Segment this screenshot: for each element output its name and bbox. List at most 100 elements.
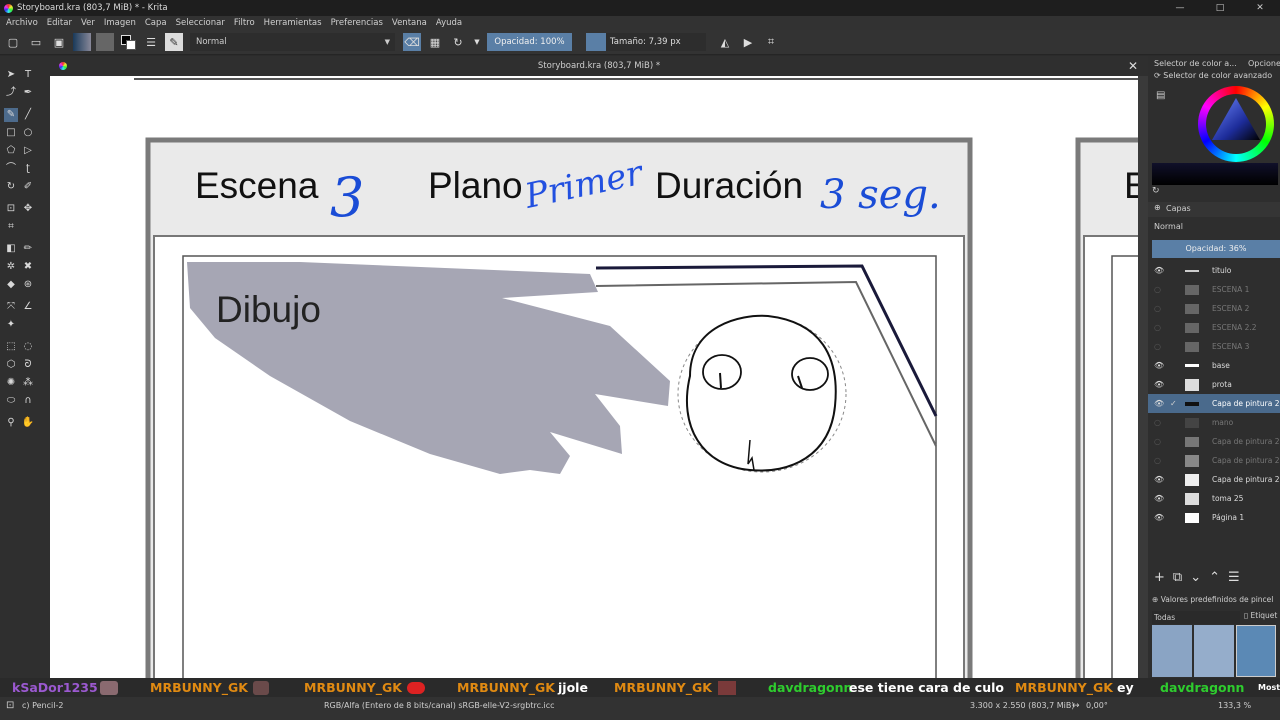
layer-row[interactable]: ○ ESCENA 1 — [1148, 280, 1280, 299]
brush-preset-2[interactable] — [1194, 625, 1234, 677]
fill-tool-icon[interactable]: ◆ — [4, 278, 18, 292]
blend-mode-select[interactable]: Normal ▼ — [190, 33, 395, 51]
brush-settings-icon[interactable]: ☰ — [142, 33, 160, 51]
ellipse-tool-icon[interactable]: ○ — [21, 126, 35, 140]
polygon-tool-icon[interactable]: ⬠ — [4, 144, 18, 158]
eraser-mode-icon[interactable]: ⌫ — [403, 33, 421, 51]
new-document-icon[interactable]: ▢ — [4, 33, 22, 51]
layer-row[interactable]: 👁 titulo — [1148, 261, 1280, 280]
move-up-icon[interactable]: ⌃ — [1209, 570, 1220, 585]
layer-row[interactable]: 👁 base — [1148, 356, 1280, 375]
open-folder-icon[interactable]: ▭ — [27, 33, 45, 51]
freehand-brush-icon[interactable]: ✎ — [4, 108, 18, 122]
color-wheel[interactable] — [1198, 86, 1274, 162]
reload-preset-icon[interactable]: ↻ — [449, 33, 467, 51]
ellipse-select-icon[interactable]: ◌ — [21, 340, 35, 354]
calligraphy-icon[interactable]: ✒ — [21, 86, 35, 100]
visibility-eye-icon[interactable]: 👁 — [1154, 508, 1164, 527]
move-tool-icon[interactable]: ✥ — [21, 202, 35, 216]
color-picker-icon[interactable]: ✏ — [21, 242, 35, 256]
save-icon[interactable]: ▣ — [50, 33, 68, 51]
freehand-path-icon[interactable]: ʈ — [21, 162, 35, 176]
visibility-eye-icon[interactable]: 👁 — [1154, 470, 1164, 489]
menu-capa[interactable]: Capa — [145, 18, 167, 28]
close-document-button[interactable]: ✕ — [1128, 56, 1138, 76]
line-tool-icon[interactable]: ╱ — [21, 108, 35, 122]
layer-blend-mode[interactable]: Normal — [1154, 222, 1183, 231]
mirror-vertical-icon[interactable]: ▶ — [739, 33, 757, 51]
hidden-eye-icon[interactable]: ○ — [1154, 451, 1164, 470]
color-history-bar[interactable] — [1152, 163, 1278, 185]
vertical-scrollbar[interactable] — [1138, 76, 1148, 696]
layer-row[interactable]: ○ ESCENA 2 — [1148, 299, 1280, 318]
menu-herramientas[interactable]: Herramientas — [264, 18, 322, 28]
visibility-eye-icon[interactable]: 👁 — [1154, 394, 1164, 413]
visibility-eye-icon[interactable]: 👁 — [1154, 356, 1164, 375]
preserve-alpha-icon[interactable]: ▦ — [426, 33, 444, 51]
menu-ayuda[interactable]: Ayuda — [436, 18, 462, 28]
polygon-select-icon[interactable]: ⬡ — [4, 358, 18, 372]
visibility-eye-icon[interactable]: 👁 — [1154, 489, 1164, 508]
menu-imagen[interactable]: Imagen — [104, 18, 136, 28]
brush-tag-label[interactable]: ▯ Etiquet — [1244, 611, 1277, 620]
polyline-tool-icon[interactable]: ▷ — [21, 144, 35, 158]
layer-row[interactable]: ○ mano — [1148, 413, 1280, 432]
layer-row[interactable]: ○ ESCENA 2.2 — [1148, 318, 1280, 337]
smart-patch-icon[interactable]: ✲ — [4, 260, 18, 274]
layer-opacity-slider[interactable]: Opacidad: 36% — [1152, 240, 1280, 258]
layer-row[interactable]: 👁 prota — [1148, 375, 1280, 394]
layer-row[interactable]: 👁 Página 1 — [1148, 508, 1280, 527]
color-settings-icon[interactable]: ▤ — [1156, 90, 1165, 101]
brush-preset-1[interactable] — [1152, 625, 1192, 677]
pan-tool-icon[interactable]: ✋ — [21, 416, 35, 430]
measure-tool-icon[interactable]: ⤧ — [4, 300, 18, 314]
menu-editar[interactable]: Editar — [47, 18, 72, 28]
move-down-icon[interactable]: ⌄ — [1190, 570, 1201, 585]
hidden-eye-icon[interactable]: ○ — [1154, 280, 1164, 299]
tab-color-selector[interactable]: Selector de color a... — [1154, 56, 1244, 71]
layer-row[interactable]: ○ ESCENA 3 — [1148, 337, 1280, 356]
visibility-eye-icon[interactable]: 👁 — [1154, 261, 1164, 280]
rectangle-tool-icon[interactable]: □ — [4, 126, 18, 140]
bezier-select-icon[interactable]: ⬭ — [4, 394, 18, 408]
opacity-slider[interactable]: Opacidad: 100% — [487, 33, 572, 51]
transform-tool-icon[interactable]: ⊡ — [4, 202, 18, 216]
layer-row[interactable]: ○ Capa de pintura 29 — [1148, 451, 1280, 470]
add-layer-icon[interactable]: + — [1154, 570, 1165, 585]
layer-row-selected[interactable]: 👁 ✓ Capa de pintura 29 — [1148, 394, 1280, 413]
status-zoom[interactable]: 133,3 % — [1218, 697, 1251, 715]
pattern-swatch[interactable] — [96, 33, 114, 51]
brush-size-slider[interactable]: Tamaño: 7,39 px — [586, 33, 706, 51]
menu-filtro[interactable]: Filtro — [234, 18, 255, 28]
close-window-button[interactable]: ✕ — [1240, 0, 1280, 16]
menu-preferencias[interactable]: Preferencias — [331, 18, 383, 28]
chevron-down-icon[interactable]: ▼ — [472, 33, 482, 51]
layer-row[interactable]: ○ Capa de pintura 29 — [1148, 432, 1280, 451]
visibility-eye-icon[interactable]: 👁 — [1154, 375, 1164, 394]
status-colorspace[interactable]: RGB/Alfa (Entero de 8 bits/canal) sRGB-e… — [324, 697, 555, 715]
assistant-tool-icon[interactable]: ✖ — [21, 260, 35, 274]
color-triangle[interactable] — [1198, 86, 1274, 162]
ruler-tool-icon[interactable]: ∠ — [21, 300, 35, 314]
bezier-tool-icon[interactable]: ⌒ — [4, 162, 18, 176]
hidden-eye-icon[interactable]: ○ — [1154, 432, 1164, 451]
enclose-fill-icon[interactable]: ⊛ — [21, 278, 35, 292]
rect-select-icon[interactable]: ⬚ — [4, 340, 18, 354]
multibrush-icon[interactable]: ✐ — [21, 180, 35, 194]
minimize-button[interactable]: — — [1160, 0, 1200, 16]
edit-shapes-icon[interactable]: ⤴ — [4, 86, 18, 100]
gradient-tool-icon[interactable]: ◧ — [4, 242, 18, 256]
brush-preset-3[interactable] — [1236, 625, 1276, 677]
crop-icon[interactable]: ⌗ — [762, 33, 780, 51]
gradient-swatch[interactable] — [73, 33, 91, 51]
hidden-eye-icon[interactable]: ○ — [1154, 299, 1164, 318]
menu-archivo[interactable]: Archivo — [6, 18, 38, 28]
maximize-button[interactable]: □ — [1200, 0, 1240, 16]
similar-select-icon[interactable]: ⁂ — [21, 376, 35, 390]
layer-menu-icon[interactable]: ☰ — [1228, 570, 1240, 585]
dynamic-brush-icon[interactable]: ↻ — [4, 180, 18, 194]
tab-options[interactable]: Opciones — [1248, 56, 1280, 71]
crop-tool-icon[interactable]: ⌗ — [4, 220, 18, 234]
layer-row[interactable]: 👁 toma 25 — [1148, 489, 1280, 508]
menu-ventana[interactable]: Ventana — [392, 18, 427, 28]
